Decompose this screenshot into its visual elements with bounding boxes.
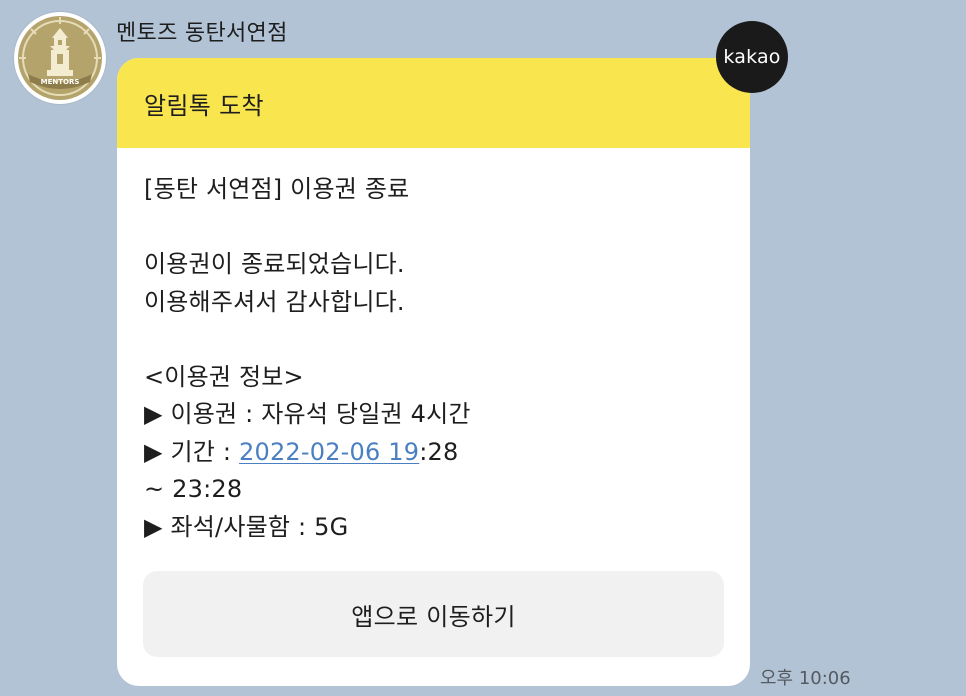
message-line: 이용해주셔서 감사합니다.	[144, 287, 405, 316]
period-date-link[interactable]: 2022-02-06 19	[239, 438, 419, 466]
sender-avatar[interactable]: MENTORS	[14, 12, 106, 104]
message-timestamp: 오후 10:06	[760, 668, 851, 689]
sender-name: 멘토즈 동탄서연점	[116, 21, 288, 46]
message-bubble: 알림톡 도착 [동탄 서연점] 이용권 종료 이용권이 종료되었습니다. 이용해…	[117, 58, 750, 686]
seat-line: ▶ 좌석/사물함 : 5G	[144, 512, 349, 541]
period-end-line: ~ 23:28	[144, 475, 243, 503]
message-line: 이용권이 종료되었습니다.	[144, 250, 405, 278]
kakao-badge: kakao	[716, 21, 788, 93]
period-suffix: :28	[419, 437, 459, 466]
svg-text:MENTORS: MENTORS	[41, 78, 80, 86]
chat-window: MENTORS 멘토즈 동탄서연점 알림톡 도착 [동탄 서연점] 이용권 종료…	[0, 0, 966, 696]
period-line: ▶ 기간 : 2022-02-06 19:28	[144, 434, 723, 472]
mentors-logo-icon: MENTORS	[18, 16, 102, 100]
bubble-header: 알림톡 도착	[117, 58, 750, 148]
period-prefix: ▶ 기간 :	[144, 437, 239, 466]
info-heading: <이용권 정보>	[144, 362, 304, 391]
header-title: 알림톡 도착	[144, 91, 264, 120]
go-to-app-button[interactable]: 앱으로 이동하기	[143, 571, 724, 657]
message-body: [동탄 서연점] 이용권 종료 이용권이 종료되었습니다. 이용해주셔서 감사합…	[117, 148, 750, 546]
ticket-line: ▶ 이용권 : 자유석 당일권 4시간	[144, 400, 471, 428]
message-subject: [동탄 서연점] 이용권 종료	[144, 175, 410, 203]
